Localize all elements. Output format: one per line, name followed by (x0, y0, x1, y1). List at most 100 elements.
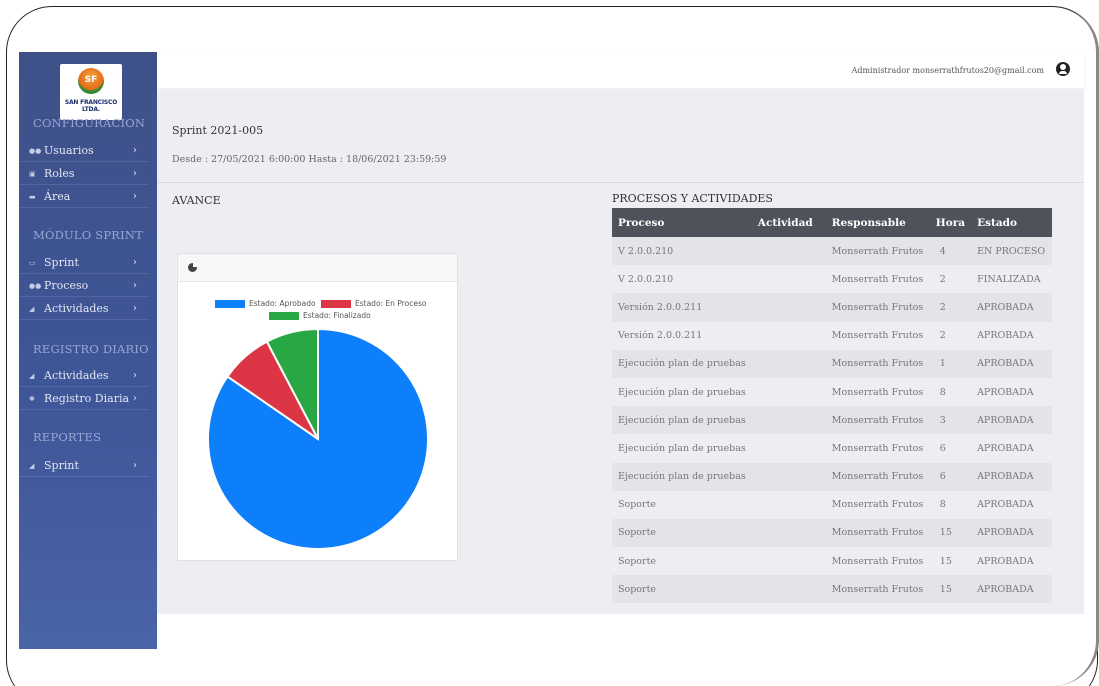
sidebar-item-label: Usuarios (44, 144, 94, 157)
cell-estado: APROBADA (971, 406, 1052, 435)
cell-proceso: Ejecución plan de pruebas (612, 434, 752, 463)
cell-estado: APROBADA (971, 434, 1052, 463)
cell-responsable: Monserrath Frutos (825, 462, 930, 491)
sidebar-item-label: Área (44, 190, 71, 203)
sidebar-item-usuarios[interactable]: ●● Usuarios › (19, 140, 149, 162)
table-row[interactable]: Ejecución plan de pruebas Monserrath Frut… (612, 377, 1052, 407)
cell-actividad (751, 575, 826, 604)
sprint-title: Sprint 2021-005 (172, 124, 264, 137)
table-row[interactable]: Ejecución plan de pruebas Monserrath Frut… (612, 462, 1052, 491)
cell-proceso: Soporte (612, 547, 752, 576)
sidebar-item-label: Registro Diaria (44, 392, 130, 405)
cell-proceso: Ejecución plan de pruebas (612, 406, 752, 435)
cell-responsable: Monserrath Frutos (825, 349, 930, 378)
cell-actividad (751, 462, 826, 491)
sidebar-item-proceso[interactable]: ●● Proceso › (19, 275, 149, 297)
cell-estado: APROBADA (971, 547, 1052, 576)
table-row[interactable]: Versión 2.0.0.211 Monserrath Frutos 2 APROB… (612, 321, 1052, 350)
chevron-right-icon: › (133, 280, 137, 291)
chevron-right-icon: › (133, 191, 137, 202)
cell-actividad (751, 490, 826, 519)
cell-proceso: Ejecución plan de pruebas (612, 462, 752, 491)
cell-actividad (751, 518, 826, 548)
chevron-right-icon: › (133, 393, 137, 404)
column-header-proceso[interactable]: Proceso (612, 208, 752, 237)
cell-estado: EN PROCESO (971, 237, 1052, 266)
chevron-right-icon: › (133, 303, 137, 314)
cell-proceso: Ejecución plan de pruebas (612, 349, 752, 378)
cell-estado: APROBADA (971, 377, 1052, 407)
logo-emblem-icon: SF (78, 68, 104, 94)
cell-proceso: Soporte (612, 490, 752, 519)
sidebar-section-modulo-sprint: MÓDULO SPRINT (33, 228, 143, 242)
cell-hora: 15 (929, 518, 972, 548)
table-row[interactable]: Soporte Monserrath Frutos 15 APROBADA (612, 575, 1052, 604)
column-header-responsable[interactable]: Responsable (825, 208, 930, 237)
sidebar-item-roles[interactable]: ▣ Roles › (19, 163, 149, 185)
cell-hora: 3 (929, 406, 972, 435)
cell-actividad (751, 321, 826, 350)
top-bar: Administrador monserrathfrutos20@gmail.c… (157, 52, 1084, 88)
sidebar-item-label: Actividades (44, 302, 109, 315)
daily-log-icon: ✱ (29, 394, 35, 403)
cell-responsable: Monserrath Frutos (825, 575, 930, 604)
sidebar-item-reporte-sprint[interactable]: ◢ Sprint › (19, 455, 149, 477)
cell-hora: 2 (929, 293, 972, 322)
sidebar: SF SAN FRANCISCO LTDA. CONFIGURACION ●● … (19, 52, 157, 649)
sprint-date-range: Desde : 27/05/2021 6:00:00 Hasta : 18/06… (172, 154, 447, 165)
sidebar-item-label: Proceso (44, 279, 89, 292)
table-row[interactable]: Soporte Monserrath Frutos 8 APROBADA (612, 490, 1052, 519)
table-row[interactable]: Ejecución plan de pruebas Monserrath Frut… (612, 406, 1052, 435)
cell-actividad (751, 265, 826, 294)
sidebar-item-registro-diaria[interactable]: ✱ Registro Diaria › (19, 388, 149, 410)
sidebar-item-sprint[interactable]: ▭ Sprint › (19, 252, 149, 274)
sidebar-item-registro-actividades[interactable]: ◢ Actividades › (19, 365, 149, 387)
cell-proceso: Soporte (612, 575, 752, 604)
cell-estado: APROBADA (971, 293, 1052, 322)
pie-chart (207, 327, 429, 550)
logo-initials: SF (84, 75, 98, 85)
cell-estado: APROBADA (971, 349, 1052, 378)
cell-proceso: V 2.0.0.210 (612, 265, 752, 294)
chevron-right-icon: › (133, 168, 137, 179)
divider (157, 182, 1084, 183)
sprint-icon: ▭ (29, 258, 36, 267)
cell-proceso: Versión 2.0.0.211 (612, 321, 752, 350)
avance-title: AVANCE (172, 194, 221, 207)
sidebar-item-label: Sprint (44, 256, 79, 269)
cell-actividad (751, 237, 826, 266)
cell-responsable: Monserrath Frutos (825, 321, 930, 350)
activities-icon: ◢ (29, 371, 35, 380)
table-row[interactable]: Soporte Monserrath Frutos 15 APROBADA (612, 518, 1052, 548)
column-header-hora[interactable]: Hora (929, 208, 972, 237)
cell-estado: FINALIZADA (971, 265, 1052, 294)
users-icon: ●● (29, 146, 42, 155)
table-row[interactable]: Ejecución plan de pruebas Monserrath Frut… (612, 349, 1052, 378)
cell-estado: APROBADA (971, 518, 1052, 548)
cell-estado: APROBADA (971, 490, 1052, 519)
table-row[interactable]: V 2.0.0.210 Monserrath Frutos 2 FINALIZADA (612, 265, 1052, 294)
company-logo[interactable]: SF SAN FRANCISCO LTDA. (60, 64, 122, 120)
table-row[interactable]: V 2.0.0.210 Monserrath Frutos 4 EN PROCESO (612, 237, 1052, 266)
cell-hora: 15 (929, 575, 972, 604)
user-info[interactable]: Administrador monserrathfrutos20@gmail.c… (852, 66, 1044, 75)
cell-hora: 4 (929, 237, 972, 266)
table-row[interactable]: Ejecución plan de pruebas Monserrath Frut… (612, 434, 1052, 463)
cell-hora: 6 (929, 462, 972, 491)
cell-actividad (751, 377, 826, 407)
table-row[interactable]: Soporte Monserrath Frutos 15 APROBADA (612, 547, 1052, 576)
cell-estado: APROBADA (971, 321, 1052, 350)
cell-responsable: Monserrath Frutos (825, 237, 930, 266)
cell-responsable: Monserrath Frutos (825, 518, 930, 548)
table-row[interactable]: Versión 2.0.0.211 Monserrath Frutos 2 APROB… (612, 293, 1052, 322)
cell-responsable: Monserrath Frutos (825, 265, 930, 294)
table-header-row: Proceso Actividad Responsable Hora Estad… (612, 208, 1052, 237)
column-header-actividad[interactable]: Actividad (751, 208, 826, 237)
sidebar-item-area[interactable]: ▬ Área › (19, 186, 149, 208)
sidebar-item-label: Sprint (44, 459, 79, 472)
user-account-icon[interactable] (1056, 62, 1070, 76)
sidebar-item-actividades[interactable]: ◢ Actividades › (19, 298, 149, 320)
column-header-estado[interactable]: Estado (971, 208, 1052, 237)
user-email: monserrathfrutos20@gmail.com (912, 66, 1044, 75)
logo-company-name: SAN FRANCISCO LTDA. (64, 99, 118, 113)
